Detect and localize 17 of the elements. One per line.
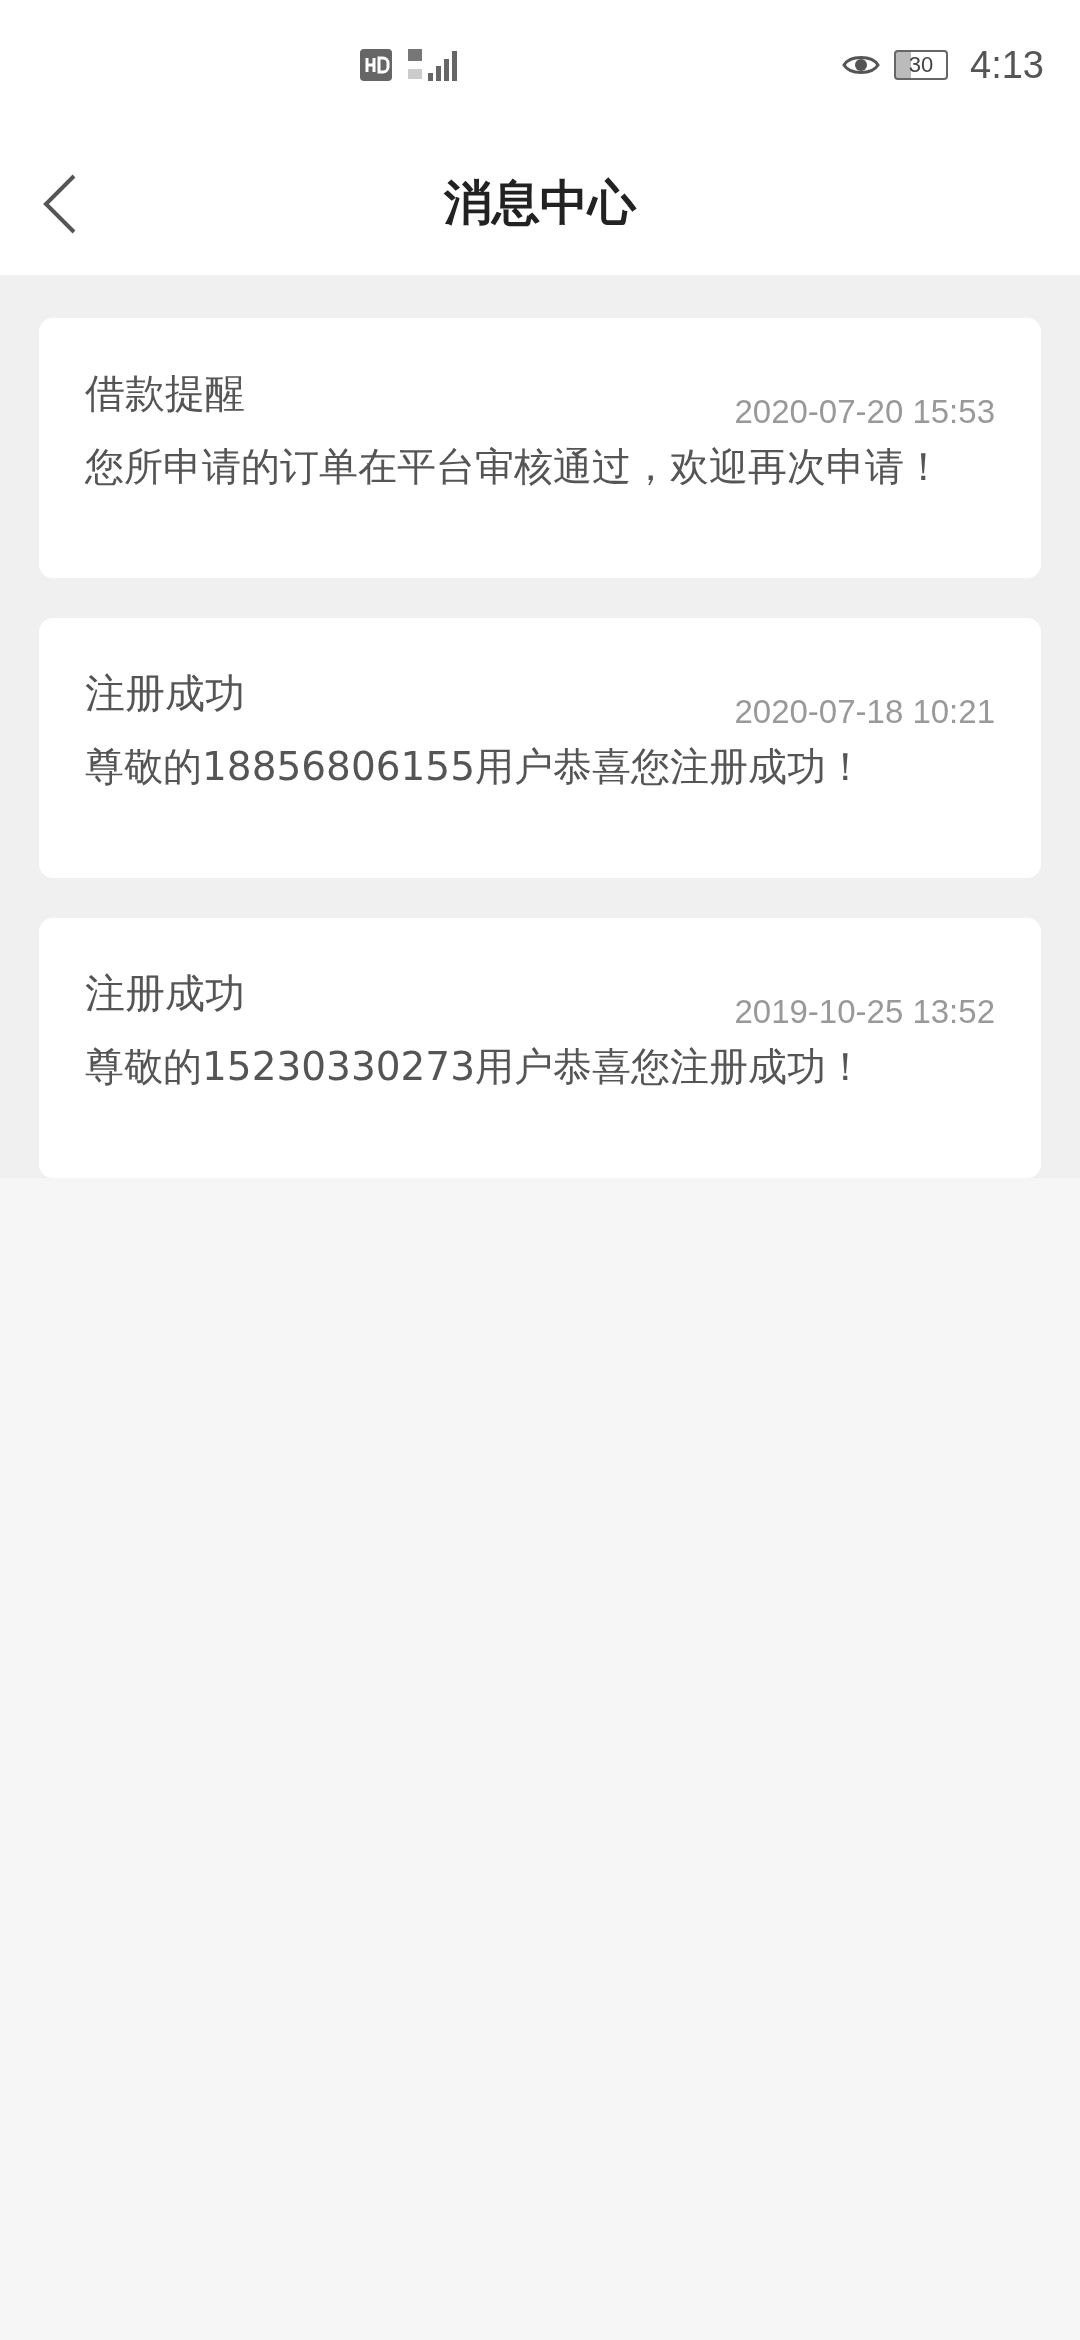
- hd-icon: [360, 49, 392, 81]
- clock-time: 4:13: [970, 43, 1044, 87]
- message-time: 2020-07-20 15:53: [734, 393, 995, 431]
- page-title: 消息中心: [444, 172, 636, 232]
- message-body: 尊敬的15230330273用户恭喜您注册成功！: [85, 1043, 866, 1091]
- battery-level: 30: [894, 50, 949, 80]
- back-icon[interactable]: [42, 174, 78, 234]
- message-card[interactable]: 借款提醒 2020-07-20 15:53 您所申请的订单在平台审核通过，欢迎再次申请！: [39, 318, 1041, 578]
- message-body: 您所申请的订单在平台审核通过，欢迎再次申请！: [85, 443, 944, 491]
- message-title: 注册成功: [85, 669, 245, 718]
- message-title: 借款提醒: [85, 369, 245, 418]
- message-time: 2019-10-25 13:52: [734, 993, 995, 1031]
- message-title: 注册成功: [85, 969, 245, 1018]
- message-card[interactable]: 注册成功 2019-10-25 13:52 尊敬的15230330273用户恭喜您注册成功！: [39, 918, 1041, 1178]
- message-body: 尊敬的18856806155用户恭喜您注册成功！: [85, 743, 866, 791]
- message-card[interactable]: 注册成功 2020-07-18 10:21 尊敬的18856806155用户恭喜您注册成功！: [39, 618, 1041, 878]
- message-time: 2020-07-18 10:21: [734, 693, 995, 731]
